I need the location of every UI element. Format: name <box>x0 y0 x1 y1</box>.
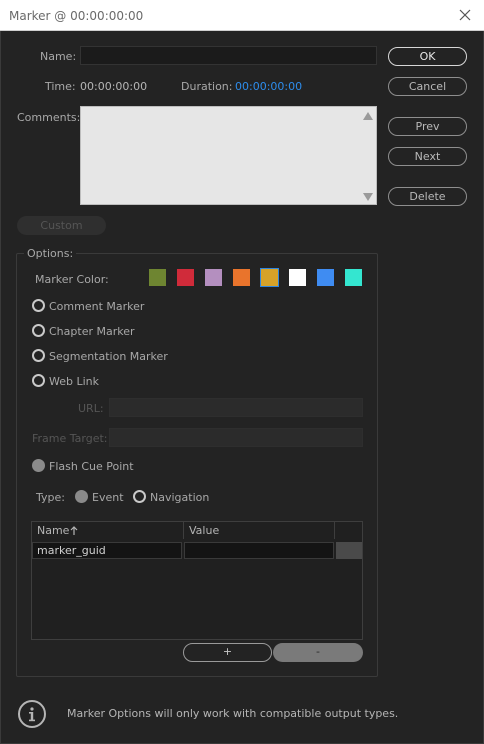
options-legend: Options: <box>24 247 77 260</box>
prev-button[interactable]: Prev <box>388 117 467 136</box>
type-navigation-radio[interactable] <box>133 490 146 503</box>
table-row-extra-cell <box>336 542 362 559</box>
type-event-radio[interactable] <box>75 490 88 503</box>
flash-cue-point-radio[interactable] <box>32 459 45 472</box>
comments-scrollbar[interactable] <box>360 107 376 204</box>
url-input[interactable] <box>109 398 363 417</box>
cue-parameters-table <box>31 521 363 640</box>
duration-value[interactable]: 00:00:00:00 <box>235 80 302 93</box>
color-swatch-6[interactable] <box>289 269 306 286</box>
add-row-button[interactable]: + <box>183 643 272 662</box>
table-row-value-cell[interactable] <box>184 542 334 559</box>
scroll-up-icon[interactable] <box>363 112 373 120</box>
time-label: Time: <box>45 80 76 93</box>
remove-row-button[interactable]: - <box>273 643 363 662</box>
segmentation-marker-radio[interactable] <box>32 349 45 362</box>
web-link-label: Web Link <box>49 375 100 388</box>
ok-button[interactable]: OK <box>388 47 467 66</box>
table-row-name-cell[interactable]: marker_guid <box>32 542 182 559</box>
url-label: URL: <box>78 402 104 415</box>
scroll-down-icon[interactable] <box>363 193 373 201</box>
marker-color-label: Marker Color: <box>35 273 109 286</box>
comments-label: Comments: <box>17 111 81 124</box>
color-swatch-1[interactable] <box>149 269 166 286</box>
info-message: Marker Options will only work with compa… <box>67 707 399 720</box>
color-swatch-3[interactable] <box>205 269 222 286</box>
title-bar: Marker @ 00:00:00:00 <box>0 0 484 31</box>
comment-marker-label: Comment Marker <box>49 300 145 313</box>
column-divider <box>183 522 184 539</box>
name-label: Name: <box>40 50 77 63</box>
type-event-label: Event <box>92 491 124 504</box>
time-value: 00:00:00:00 <box>80 80 148 93</box>
color-swatch-7[interactable] <box>317 269 334 286</box>
delete-button[interactable]: Delete <box>388 187 467 206</box>
sort-ascending-icon <box>70 526 78 535</box>
segmentation-marker-label: Segmentation Marker <box>49 350 168 363</box>
type-label: Type: <box>36 491 65 504</box>
chapter-marker-radio[interactable] <box>32 324 45 337</box>
close-icon[interactable] <box>454 4 476 26</box>
color-swatch-5[interactable] <box>260 268 279 287</box>
column-divider <box>334 522 335 539</box>
info-icon <box>18 700 46 728</box>
web-link-radio[interactable] <box>32 374 45 387</box>
column-header-name[interactable]: Name <box>37 524 69 537</box>
color-swatch-8[interactable] <box>345 269 362 286</box>
comment-marker-radio[interactable] <box>32 299 45 312</box>
frame-target-label: Frame Target: <box>32 432 108 445</box>
next-button[interactable]: Next <box>388 147 467 166</box>
column-header-value[interactable]: Value <box>189 524 219 537</box>
color-swatch-2[interactable] <box>177 269 194 286</box>
table-row-name: marker_guid <box>37 544 106 557</box>
type-navigation-label: Navigation <box>150 491 210 504</box>
color-swatch-4[interactable] <box>233 269 250 286</box>
duration-label: Duration: <box>181 80 233 93</box>
name-input[interactable] <box>80 46 377 65</box>
comments-textarea[interactable] <box>80 106 377 205</box>
chapter-marker-label: Chapter Marker <box>49 325 135 338</box>
cancel-button[interactable]: Cancel <box>388 77 467 96</box>
window-title: Marker @ 00:00:00:00 <box>9 9 144 23</box>
flash-cue-point-label: Flash Cue Point <box>49 460 134 473</box>
custom-button[interactable]: Custom <box>17 216 106 235</box>
frame-target-input[interactable] <box>109 428 363 447</box>
